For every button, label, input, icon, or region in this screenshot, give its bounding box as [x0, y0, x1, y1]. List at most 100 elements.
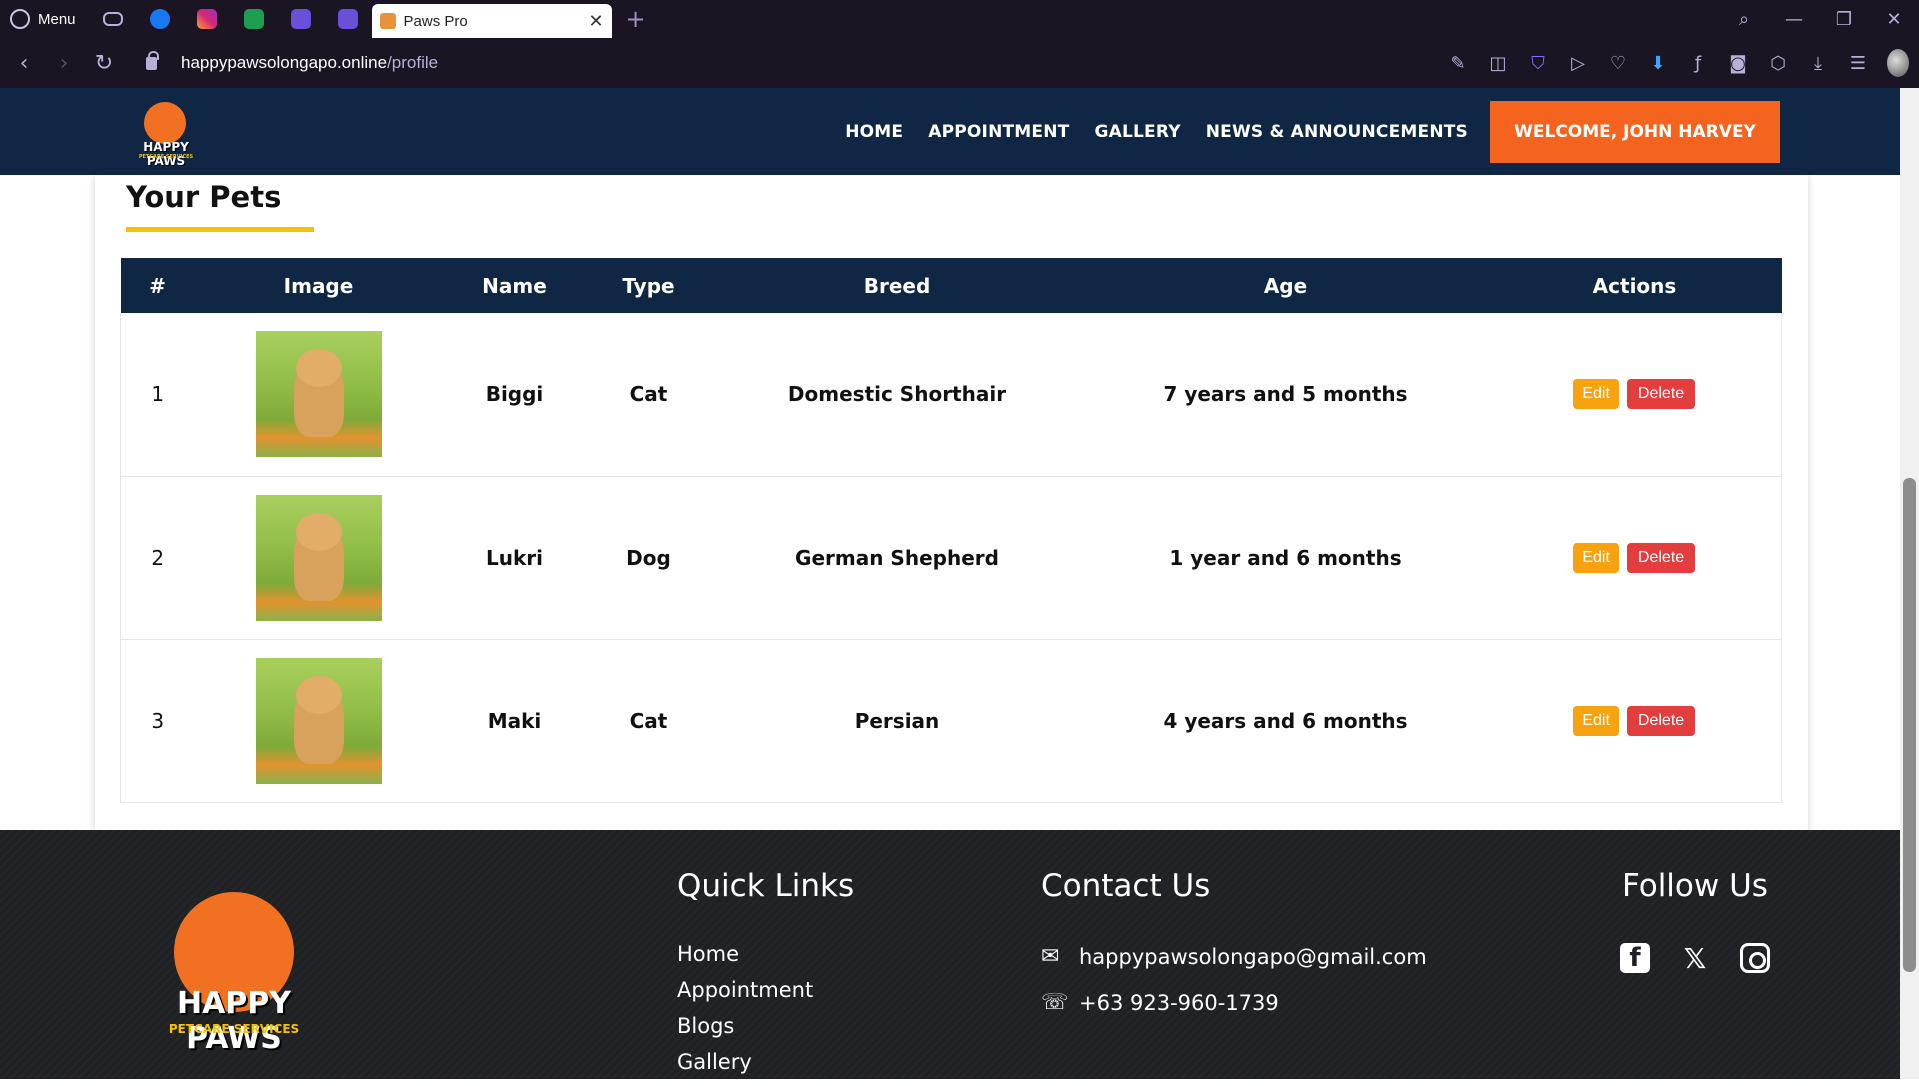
- edit-button[interactable]: Edit: [1573, 705, 1619, 736]
- close-tab-icon[interactable]: ✕: [588, 11, 603, 32]
- footer-logo-subtext: PETCARE SERVICES: [168, 1022, 300, 1036]
- logo-pets-icon: [144, 102, 186, 144]
- pet-actions: Edit Delete: [1487, 313, 1782, 477]
- scrollbar-thumb[interactable]: [1903, 478, 1916, 972]
- pinned-tab-discord[interactable]: [90, 0, 137, 38]
- browser-menu-label: Menu: [38, 10, 76, 28]
- discord-icon: [103, 12, 124, 26]
- lock-icon[interactable]: [146, 50, 159, 70]
- pet-actions: Edit Delete: [1487, 639, 1782, 803]
- pinned-tab-instagram[interactable]: [184, 0, 231, 38]
- pet-actions: Edit Delete: [1487, 476, 1782, 640]
- site-header: HAPPY PAWS PETCARE SERVICES HOME APPOINT…: [0, 88, 1900, 175]
- restore-icon[interactable]: ❐: [1819, 9, 1869, 30]
- footer-link-gallery[interactable]: Gallery: [677, 1050, 813, 1086]
- close-window-icon[interactable]: ✕: [1869, 9, 1919, 30]
- browser-menu-button[interactable]: Menu: [0, 9, 90, 29]
- contact-title: Contact Us: [1041, 868, 1211, 904]
- pet-breed: German Shepherd: [710, 476, 1084, 640]
- pet-breed: Domestic Shorthair: [710, 313, 1084, 477]
- pet-breed: Persian: [710, 639, 1084, 803]
- site-footer: HAPPY PAWS PETCARE SERVICES: [0, 830, 1900, 1079]
- pet-name: Lukri: [442, 476, 587, 640]
- tab-title: Paws Pro: [403, 12, 468, 30]
- tasks-icon: [291, 9, 312, 29]
- window-controls: ⌕ — ❐ ✕: [1719, 0, 1919, 38]
- instagram-icon[interactable]: [1740, 943, 1770, 973]
- active-tab[interactable]: Paws Pro ✕: [371, 4, 612, 38]
- quick-links-title: Quick Links: [677, 868, 855, 904]
- site-logo[interactable]: HAPPY PAWS PETCARE SERVICES: [126, 98, 206, 168]
- nav-gallery[interactable]: GALLERY: [1094, 122, 1180, 142]
- downloads-icon[interactable]: ⤓: [1807, 53, 1829, 74]
- col-image: Image: [194, 258, 443, 313]
- pinned-tab-sheets[interactable]: [231, 0, 278, 38]
- pinned-tab-facebook[interactable]: [137, 0, 184, 38]
- nav-home[interactable]: HOME: [845, 122, 903, 142]
- camera-icon[interactable]: ◙: [1727, 53, 1749, 74]
- phone-icon: ☏: [1041, 990, 1069, 1015]
- nav-news[interactable]: NEWS & ANNOUNCEMENTS: [1206, 122, 1468, 142]
- vpn-shield-icon[interactable]: ⛉: [1527, 53, 1549, 74]
- footer-link-appointment[interactable]: Appointment: [677, 978, 813, 1014]
- delete-button[interactable]: Delete: [1626, 542, 1696, 573]
- new-tab-icon[interactable]: +: [626, 5, 646, 33]
- pinned-tab-tasks-1[interactable]: [278, 0, 325, 38]
- pet-type: Dog: [586, 476, 711, 640]
- pinned-tab-tasks-2[interactable]: [325, 0, 372, 38]
- easy-setup-icon[interactable]: ☰: [1847, 53, 1869, 74]
- reload-icon[interactable]: ↻: [84, 51, 124, 76]
- table-row: 2 Lukri Dog German Shepherd 1 year and 6…: [120, 476, 1782, 640]
- footer-logo[interactable]: HAPPY PAWS PETCARE SERVICES: [138, 888, 330, 1056]
- col-actions: Actions: [1487, 258, 1782, 313]
- pet-photo: [255, 331, 382, 458]
- pet-age: 1 year and 6 months: [1083, 476, 1488, 640]
- font-extension-icon[interactable]: ƒ: [1687, 53, 1709, 74]
- phone-text: +63 923-960-1739: [1079, 990, 1279, 1015]
- x-icon[interactable]: 𝕏: [1680, 942, 1710, 975]
- heart-icon[interactable]: ♡: [1607, 53, 1629, 74]
- col-age: Age: [1083, 258, 1488, 313]
- url-field[interactable]: happypawsolongapo.online/profile: [181, 53, 438, 73]
- instagram-icon: [197, 9, 218, 29]
- contact-phone[interactable]: ☏ +63 923-960-1739: [1041, 990, 1279, 1015]
- cube-icon[interactable]: ⬡: [1767, 53, 1789, 74]
- pet-type: Cat: [586, 639, 711, 803]
- pet-type: Cat: [586, 313, 711, 477]
- profile-avatar[interactable]: [1887, 49, 1909, 77]
- col-breed: Breed: [710, 258, 1084, 313]
- pet-image-cell: [194, 313, 443, 477]
- pet-num: 3: [120, 639, 195, 803]
- pet-name: Maki: [442, 639, 587, 803]
- title-underline: [126, 227, 314, 232]
- welcome-user-button[interactable]: WELCOME, JOHN HARVEY: [1490, 100, 1780, 163]
- contact-email[interactable]: ✉ happypawsolongapo@gmail.com: [1041, 944, 1427, 969]
- address-bar: ‹ › ↻ happypawsolongapo.online/profile ✎…: [0, 38, 1919, 88]
- sheets-icon: [244, 9, 265, 29]
- opera-icon: [10, 9, 30, 29]
- search-tabs-icon[interactable]: ⌕: [1719, 9, 1769, 30]
- footer-link-home[interactable]: Home: [677, 942, 813, 978]
- download-extension-icon[interactable]: ⬇: [1647, 53, 1669, 74]
- footer-logo-text: HAPPY PAWS: [176, 986, 292, 1056]
- section-title: Your Pets: [126, 180, 282, 214]
- nav-appointment[interactable]: APPOINTMENT: [928, 122, 1069, 142]
- send-icon[interactable]: ▷: [1567, 53, 1589, 74]
- back-icon[interactable]: ‹: [4, 51, 44, 76]
- delete-button[interactable]: Delete: [1626, 705, 1696, 736]
- browser-tab-bar: Menu Paws Pro ✕ + ⌕ — ❐ ✕: [0, 0, 1919, 38]
- delete-button[interactable]: Delete: [1626, 379, 1696, 410]
- edit-page-icon[interactable]: ✎: [1447, 53, 1469, 74]
- pet-name: Biggi: [442, 313, 587, 477]
- edit-button[interactable]: Edit: [1573, 542, 1619, 573]
- minimize-icon[interactable]: —: [1769, 9, 1819, 30]
- pet-image-cell: [194, 476, 443, 640]
- footer-link-blogs[interactable]: Blogs: [677, 1014, 813, 1050]
- facebook-icon[interactable]: f: [1620, 943, 1650, 973]
- quick-links-list: Home Appointment Blogs Gallery: [677, 942, 813, 1086]
- forward-icon[interactable]: ›: [44, 51, 84, 76]
- edit-button[interactable]: Edit: [1573, 379, 1619, 410]
- col-name: Name: [442, 258, 587, 313]
- snapshot-icon[interactable]: ◫: [1487, 53, 1509, 74]
- envelope-icon: ✉: [1041, 944, 1060, 969]
